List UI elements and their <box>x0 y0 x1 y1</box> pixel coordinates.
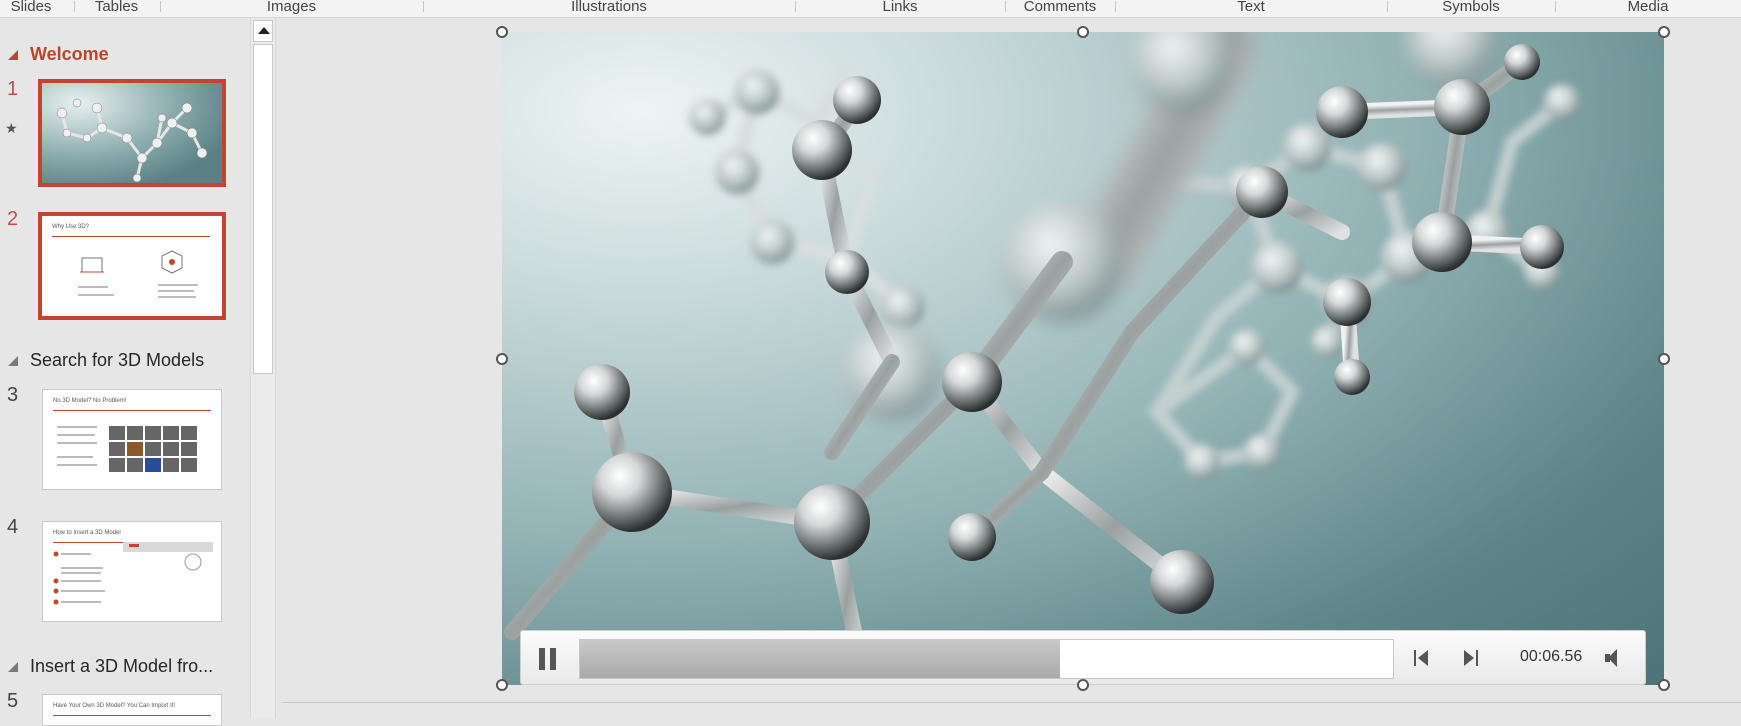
mini-slide-rule <box>53 715 211 716</box>
step-forward-icon[interactable] <box>1462 649 1480 667</box>
pause-icon[interactable] <box>539 648 557 670</box>
model-grid-image <box>109 426 197 472</box>
ribbon-group-comments: Comments <box>1023 0 1097 15</box>
resize-handle-bottom-center[interactable] <box>1077 679 1089 691</box>
section-label: Search for 3D Models <box>30 350 205 370</box>
scrollbar-thumb[interactable] <box>253 44 273 374</box>
resize-handle-middle-right[interactable] <box>1658 353 1670 365</box>
resize-handle-bottom-left[interactable] <box>496 679 508 691</box>
media-progress-bar[interactable] <box>579 639 1394 679</box>
molecule-thumbnail-image <box>42 83 222 183</box>
ribbon-group-labels: Slides Tables Images Illustrations Links… <box>0 0 1741 18</box>
ribbon-group-tables: Tables <box>94 0 139 15</box>
slide-thumbnail-1[interactable] <box>38 79 226 187</box>
ribbon-group-links: Links <box>882 0 918 15</box>
ribbon-group-symbols: Symbols <box>1442 0 1500 15</box>
section-label: Welcome <box>30 44 109 64</box>
slide-number: 3 <box>7 384 19 406</box>
resize-handle-middle-left[interactable] <box>496 353 508 365</box>
ribbon-group-slides: Slides <box>10 0 52 15</box>
slide-thumbnail-3[interactable]: No 3D Model? No Problem! <box>42 389 222 490</box>
resize-handle-top-right[interactable] <box>1658 26 1670 38</box>
slide-thumbnail-4[interactable]: How to Insert a 3D Model <box>42 521 222 622</box>
slide-number: 2 <box>7 208 19 230</box>
slide-4-steps <box>53 542 213 605</box>
progress-fill <box>580 640 1060 678</box>
resize-handle-top-left[interactable] <box>496 26 508 38</box>
canvas-divider <box>282 702 1741 703</box>
volume-icon[interactable] <box>1605 649 1623 667</box>
slide-number: 1 <box>7 78 19 100</box>
media-controls-bar[interactable]: 00:06.56 <box>520 630 1646 685</box>
ribbon-group-images: Images <box>266 0 317 15</box>
ribbon-separator <box>74 1 75 12</box>
section-header-search-3d-models[interactable]: Search for 3D Models <box>8 350 204 371</box>
collapse-triangle-icon[interactable] <box>8 49 18 60</box>
thumbnail-scrollbar[interactable] <box>250 18 276 718</box>
ribbon-group-media: Media <box>1627 0 1669 15</box>
video-media-object[interactable]: 00:06.56 <box>502 32 1664 685</box>
media-time-readout: 00:06.56 <box>1520 648 1583 665</box>
resize-handle-bottom-right[interactable] <box>1658 679 1670 691</box>
resize-handle-top-center[interactable] <box>1077 26 1089 38</box>
collapse-triangle-icon[interactable] <box>8 355 18 366</box>
slide-thumbnail-5[interactable]: Have Your Own 3D Model? You Can Import I… <box>42 694 222 726</box>
slide-number: 4 <box>7 516 19 538</box>
collapse-triangle-icon[interactable] <box>8 661 18 672</box>
scroll-up-arrow-icon[interactable] <box>253 20 273 42</box>
slide-number: 5 <box>7 690 19 712</box>
ribbon-group-text: Text <box>1237 0 1265 15</box>
molecule-video-frame <box>504 32 1580 680</box>
slide-thumbnail-pane[interactable]: Welcome 1 ★ 2 Why Use 3D? Search for 3D … <box>0 18 250 726</box>
step-back-icon[interactable] <box>1413 649 1431 667</box>
slide-thumbnail-2[interactable]: Why Use 3D? <box>38 212 226 320</box>
animation-star-icon: ★ <box>5 120 18 136</box>
ribbon-group-illustrations: Illustrations <box>571 0 647 15</box>
slide-2-diagram <box>78 250 198 298</box>
mini-slide-title: Have Your Own 3D Model? You Can Import I… <box>53 703 176 709</box>
section-header-insert-3d-model[interactable]: Insert a 3D Model fro... <box>8 656 213 677</box>
section-header-welcome[interactable]: Welcome <box>8 44 109 65</box>
section-label: Insert a 3D Model fro... <box>30 656 214 676</box>
